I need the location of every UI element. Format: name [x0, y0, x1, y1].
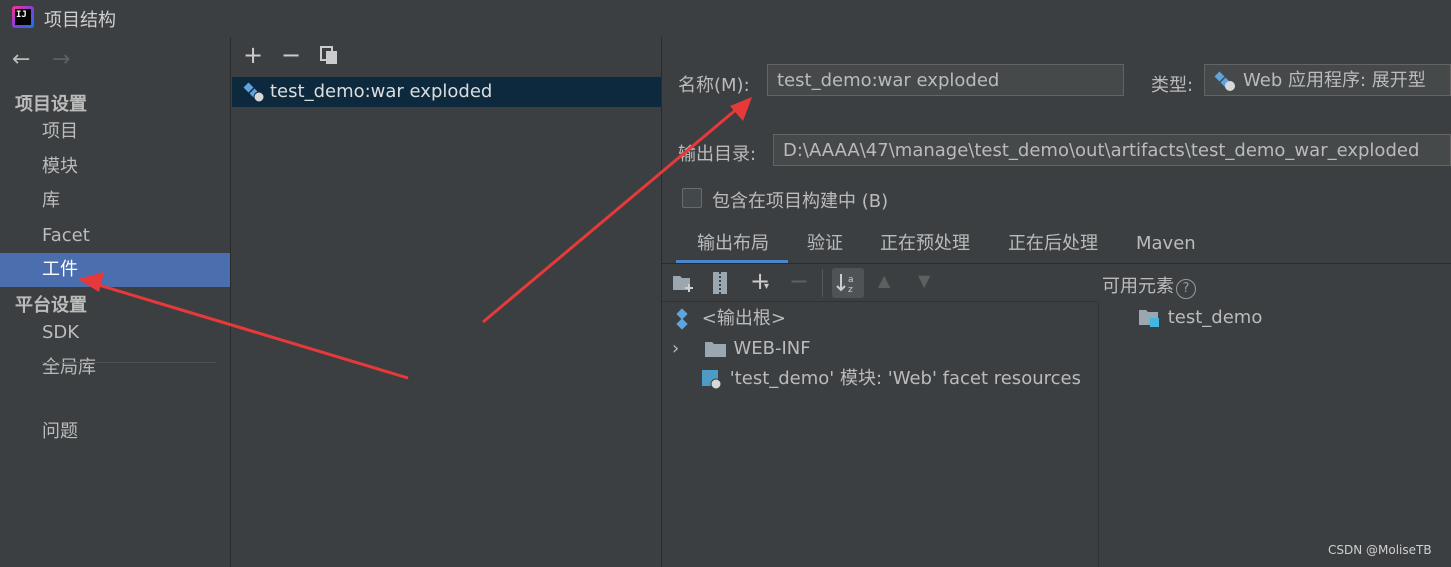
output-dir-input[interactable]: D:\AAAA\47\manage\test_demo\out\artifact… — [773, 134, 1451, 166]
sidebar-item-artifacts[interactable]: 工件 — [0, 253, 230, 287]
project-settings-header: 项目设置 — [15, 94, 87, 115]
toolbar-separator — [822, 269, 823, 297]
sidebar-item-sdk[interactable]: SDK — [0, 316, 230, 350]
forward-arrow-icon[interactable]: → — [52, 47, 70, 72]
artifacts-panel: + − test_demo:war exploded — [231, 37, 662, 567]
tab-maven[interactable]: Maven — [1136, 227, 1196, 261]
tab-preprocessing[interactable]: 正在预处理 — [880, 227, 970, 261]
chevron-right-icon[interactable]: › — [672, 334, 698, 364]
platform-settings-header: 平台设置 — [15, 295, 87, 316]
web-facet-icon — [702, 370, 722, 390]
type-select[interactable]: Web 应用程序: 展开型 — [1204, 64, 1451, 96]
archive-icon[interactable] — [710, 271, 730, 295]
artifact-name: test_demo:war exploded — [270, 81, 493, 102]
tree-row-web-inf[interactable]: › WEB-INF — [672, 334, 811, 364]
web-artifact-icon — [243, 82, 265, 103]
output-layout-tree: <输出根> › WEB-INF 'test_demo' 模块: 'Web' fa… — [662, 302, 1099, 567]
artifacts-toolbar: + − — [231, 37, 661, 73]
sidebar-item-libraries[interactable]: 库 — [0, 184, 230, 218]
output-root-label: <输出根> — [701, 308, 786, 329]
dropdown-caret-icon: ▾ — [764, 281, 770, 292]
sidebar-item-modules[interactable]: 模块 — [0, 150, 230, 184]
title-bar: IJ 项目结构 — [0, 0, 1451, 37]
copy-icon-svg — [320, 46, 337, 64]
web-artifact-icon — [1214, 71, 1235, 91]
sidebar-item-global-libraries[interactable]: 全局库 — [0, 351, 230, 385]
sidebar-item-project[interactable]: 项目 — [0, 115, 230, 149]
new-directory-icon[interactable] — [672, 273, 696, 293]
move-up-icon[interactable]: ▲ — [878, 271, 890, 290]
sidebar-item-problems[interactable]: 问题 — [0, 415, 230, 449]
active-tab-indicator — [676, 260, 788, 263]
tab-bar: 输出布局 验证 正在预处理 正在后处理 Maven — [662, 227, 1451, 264]
include-in-build-label: 包含在项目构建中 (B) — [712, 191, 889, 212]
folder-icon — [704, 342, 726, 357]
help-icon[interactable]: ? — [1176, 279, 1196, 299]
svg-text:z: z — [848, 285, 853, 295]
facet-resources-label: 'test_demo' 模块: 'Web' facet resources — [729, 368, 1081, 389]
type-label: 类型: — [1151, 75, 1194, 96]
output-dir-label: 输出目录: — [678, 144, 757, 165]
layout-toolbar: + ▾ − a z ▲ ▼ — [662, 265, 1098, 302]
sort-alphabetically-icon[interactable]: a z — [832, 268, 864, 298]
sidebar: ← → 项目设置 项目 模块 库 Facet 工件 平台设置 SDK 全局库 问… — [0, 37, 231, 567]
move-down-icon[interactable]: ▼ — [918, 271, 930, 290]
tree-row-facet-resources[interactable]: 'test_demo' 模块: 'Web' facet resources — [700, 364, 1081, 394]
copy-icon[interactable] — [319, 43, 339, 71]
back-arrow-icon[interactable]: ← — [12, 47, 30, 72]
name-input[interactable]: test_demo:war exploded — [767, 64, 1124, 96]
tab-postprocessing[interactable]: 正在后处理 — [1008, 227, 1098, 261]
available-item-test-demo[interactable]: test_demo — [1138, 303, 1262, 333]
artifact-item[interactable]: test_demo:war exploded — [232, 77, 661, 107]
name-label: 名称(M): — [678, 75, 750, 96]
watermark: CSDN @MoliseTB — [1328, 543, 1432, 557]
remove-element-icon[interactable]: − — [789, 267, 809, 295]
tab-output-layout[interactable]: 输出布局 — [697, 227, 769, 261]
artifact-list: test_demo:war exploded — [231, 73, 661, 567]
window-title: 项目结构 — [44, 10, 116, 31]
artifact-details: 名称(M): test_demo:war exploded 类型: Web 应用… — [662, 37, 1451, 567]
add-icon[interactable]: + — [243, 41, 263, 69]
type-value: Web 应用程序: 展开型 — [1243, 70, 1426, 91]
sidebar-divider — [42, 362, 216, 363]
sidebar-item-facets[interactable]: Facet — [0, 219, 230, 253]
available-elements-title: 可用元素? — [1102, 272, 1196, 299]
intellij-logo-icon: IJ — [12, 6, 34, 28]
web-inf-label: WEB-INF — [733, 338, 811, 359]
tab-validation[interactable]: 验证 — [807, 227, 843, 261]
available-item-label: test_demo — [1167, 307, 1263, 328]
output-root-icon — [676, 308, 688, 330]
tree-row-output-root[interactable]: <输出根> — [672, 304, 786, 334]
module-folder-icon — [1139, 310, 1159, 327]
include-in-build-checkbox[interactable] — [682, 188, 702, 208]
remove-icon[interactable]: − — [281, 41, 301, 69]
svg-text:a: a — [848, 275, 854, 285]
sort-az-svg: a z — [836, 274, 854, 295]
